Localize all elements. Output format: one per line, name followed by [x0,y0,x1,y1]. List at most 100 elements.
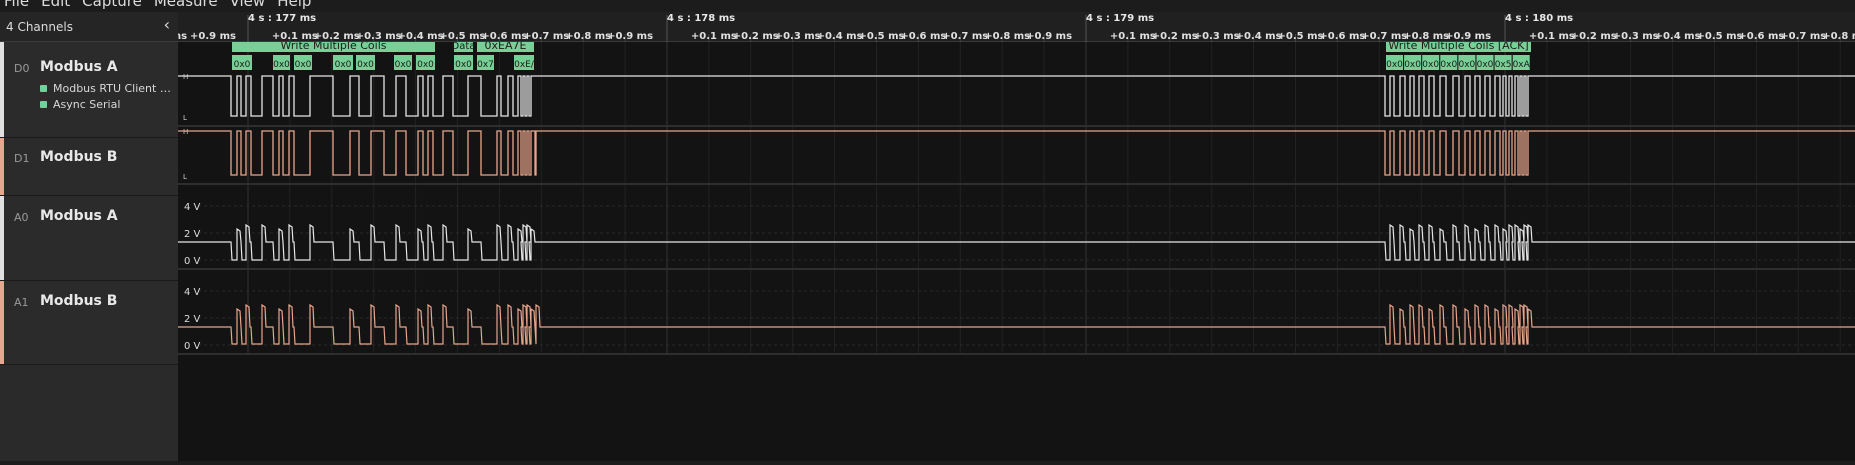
ruler-label: +0.9 ms [1445,31,1491,42]
menu-view[interactable]: View [230,0,266,9]
ruler-label: +0.6 ms [1738,31,1784,42]
sidebar-header: 4 Channels ‹ [0,12,178,42]
decode-byte-label: 0xA [1513,60,1531,70]
decode-byte: 0x0 [1458,55,1476,70]
trace-d0 [178,75,1855,117]
decode-byte-label: 0x0 [417,60,434,70]
decode-frame: 0xEA7E [477,38,534,52]
ruler-label: +0.3 ms [775,31,821,42]
channel-row-a1[interactable]: A1 Modbus B [0,281,178,365]
decode-byte: 0x0 [416,55,435,70]
menu-help[interactable]: Help [277,0,311,9]
ruler-label: +0.4 ms [398,31,444,42]
ruler-label: ns [178,31,187,42]
decode-byte-label: 0x0 [1477,60,1494,70]
analog-tick-label: 0 V [184,341,201,352]
ruler-label: +0.5 ms [859,31,905,42]
ruler-label: +0.6 ms [1319,31,1365,42]
analyzer-label: Modbus RTU Client & Ser... [53,82,172,95]
decode-byte: 0x5 [1494,55,1512,70]
ruler-label: +0.8 ms [984,31,1030,42]
decode-byte-label: 0x5 [1495,60,1512,70]
ruler-label: +0.2 ms [1571,31,1617,42]
ruler-label: +0.2 ms [1152,31,1198,42]
decode-byte-label: 0x0 [455,60,472,70]
ruler-label: +0.7 ms [1780,31,1826,42]
ruler-label: +0.4 ms [817,31,863,42]
ruler-label: +0.1 ms [1110,31,1156,42]
ruler-major-label: 4 s : 178 ms [667,13,735,24]
channel-count: 4 Channels [6,20,73,34]
time-ruler-svg: ns+0.9 ms4 s : 177 ms+0.1 ms+0.2 ms+0.3 … [174,13,1855,42]
waveform-svg: 4 V2 V0 V4 V2 V0 VHLHLWrite Multiple Coi… [178,38,1855,355]
decode-byte: 0xE/ [514,55,535,70]
decode-byte-label: 0x7 [477,60,494,70]
ruler-label: +0.3 ms [1613,31,1659,42]
decode-byte-label: 0x0 [395,60,412,70]
channel-row-d0[interactable]: D0 Modbus A Modbus RTU Client & Ser... A… [0,42,178,138]
analyzer-item[interactable]: Async Serial [40,98,172,111]
ruler-label: +0.1 ms [691,31,737,42]
channel-row-d1[interactable]: D1 Modbus B [0,138,178,196]
ruler-label: +0.8 ms [1822,31,1855,42]
channel-name[interactable]: Modbus B [40,293,117,309]
trace-d1 [178,130,1855,176]
decode-frame: Write Multiple Coils [232,38,435,52]
channel-name[interactable]: Modbus A [40,208,118,224]
decode-frame-label: Write Multiple Coils [281,42,387,52]
decode-byte: 0x0 [394,55,412,70]
digital-high-label: H [183,128,188,136]
menu-bar: File Edit Capture Measure View Help [0,0,311,9]
decode-byte: 0x0 [333,55,353,70]
ruler-label: +0.7 ms [523,31,569,42]
decode-byte: 0x7 [477,55,494,70]
ruler-major-label: 4 s : 180 ms [1505,13,1573,24]
digital-high-label: H [183,73,188,81]
decode-frame: Data [452,38,475,52]
channel-name[interactable]: Modbus A [40,59,118,75]
time-ruler[interactable]: ns+0.9 ms4 s : 177 ms+0.1 ms+0.2 ms+0.3 … [174,12,1855,42]
channel-id: D1 [14,152,30,165]
menu-file[interactable]: File [4,0,29,9]
decode-byte: 0x0 [454,55,473,70]
menu-measure[interactable]: Measure [154,0,218,9]
decode-byte: 0x0 [273,55,290,70]
analyzer-color-icon [40,101,47,108]
decode-byte: 0x0 [232,55,252,70]
menu-edit[interactable]: Edit [41,0,70,9]
ruler-label: +0.1 ms [272,31,318,42]
decode-byte: 0x0 [1422,55,1439,70]
decode-byte-label: 0x0 [295,60,312,70]
channel-name[interactable]: Modbus B [40,149,117,165]
waveform-area[interactable]: 4 V2 V0 V4 V2 V0 V H L H L Write Multiple Coi… [178,38,1855,461]
channel-id: A1 [14,296,29,309]
chevron-left-icon[interactable]: ‹ [164,15,170,34]
analog-tick-label: 4 V [184,287,201,298]
ruler-label: +0.4 ms [1236,31,1282,42]
decode-frame: Write Multiple Coils [ACK] [1386,38,1531,52]
ruler-major-label: 4 s : 179 ms [1086,13,1154,24]
decode-byte: 0x0 [1386,55,1403,70]
ruler-label: +0.1 ms [1529,31,1575,42]
analog-tick-label: 0 V [184,256,201,267]
decode-byte: 0x0 [294,55,312,70]
channel-row-a0[interactable]: A0 Modbus A [0,196,178,281]
ruler-label: +0.5 ms [1697,31,1743,42]
analog-tick-label: 2 V [184,229,201,240]
menu-capture[interactable]: Capture [82,0,142,9]
digital-low-label: L [183,173,187,181]
ruler-label: +0.8 ms [565,31,611,42]
channel-color-stripe [0,196,4,280]
analyzer-item[interactable]: Modbus RTU Client & Ser... [40,82,172,95]
ruler-label: +0.2 ms [733,31,779,42]
digital-low-label: L [183,114,187,122]
decode-byte-label: 0x0 [1459,60,1476,70]
decode-byte-label: 0xE/ [514,60,535,70]
decode-byte-label: 0x0 [335,60,352,70]
ruler-label: +0.7 ms [942,31,988,42]
sidebar-empty-area [0,418,178,461]
channel-color-stripe [0,42,4,137]
channel-color-stripe [0,281,4,364]
ruler-label: +0.3 ms [1194,31,1240,42]
ruler-label: +0.9 ms [190,31,236,42]
